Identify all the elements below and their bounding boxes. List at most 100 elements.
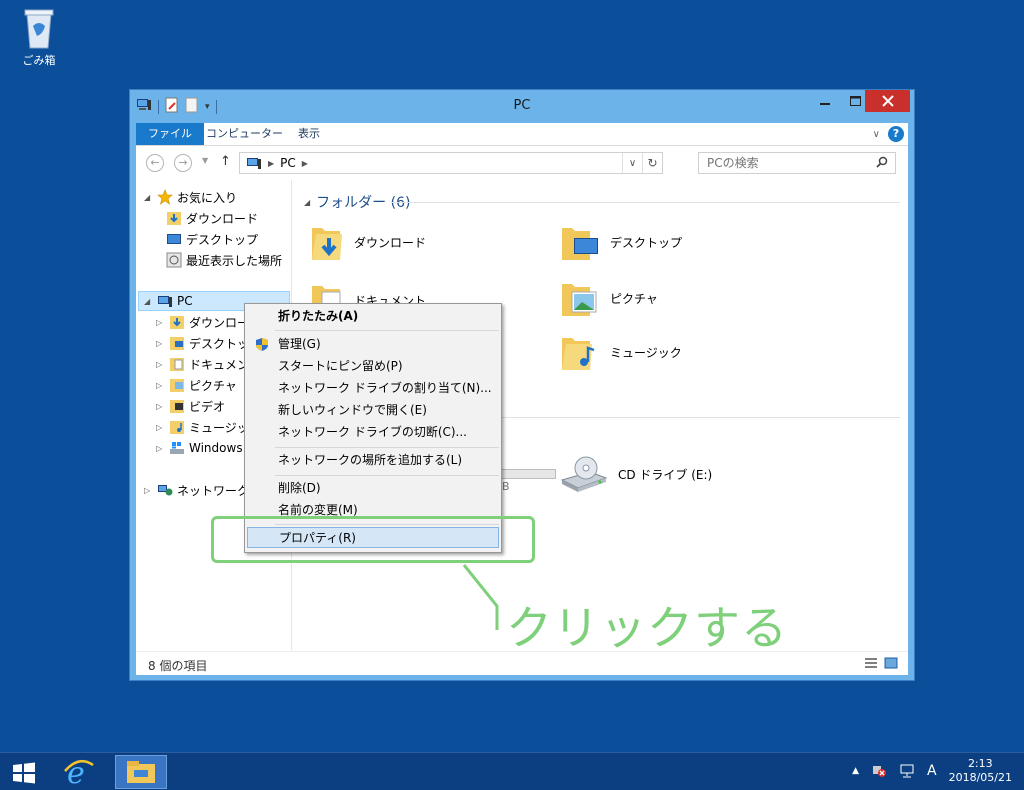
pictures-folder-icon (170, 379, 184, 392)
folder-pictures[interactable]: ピクチャ (560, 278, 658, 318)
menu-collapse[interactable]: 折りたたみ(A) (247, 306, 499, 327)
network-icon (158, 485, 173, 496)
up-arrow-icon[interactable]: ↑ (220, 154, 231, 169)
nav-network[interactable]: ▷ ネットワーク (144, 480, 249, 500)
back-arrow-icon: ← (150, 156, 160, 169)
start-button[interactable] (12, 762, 36, 787)
nav-pc-windows-drive[interactable]: ▷ Windows 8 (156, 438, 254, 458)
show-hidden-icons-icon[interactable]: ▲ (852, 766, 859, 776)
menu-manage[interactable]: 管理(G) (247, 334, 499, 355)
desktop-folder-icon (170, 337, 184, 350)
group-divider (392, 202, 900, 203)
breadcrumb-pc[interactable]: PC (280, 156, 296, 170)
file-explorer-icon (127, 761, 155, 783)
star-icon (157, 189, 173, 205)
clock[interactable]: 2:13 2018/05/21 (949, 757, 1012, 785)
tab-view[interactable]: 表示 (286, 123, 332, 145)
recycle-bin-icon (24, 9, 54, 49)
drive-cd[interactable]: CD ドライブ (E:) (560, 454, 712, 494)
desktop-icon (167, 234, 181, 244)
forward-button[interactable]: → (174, 154, 192, 172)
menu-map-network-drive[interactable]: ネットワーク ドライブの割り当て(N)... (247, 378, 499, 399)
collapsed-arrow-icon: ▷ (156, 380, 163, 390)
forward-arrow-icon: → (178, 156, 188, 169)
collapsed-arrow-icon: ▷ (156, 317, 163, 327)
collapsed-arrow-icon: ▷ (156, 422, 163, 432)
collapsed-arrow-icon: ▷ (156, 338, 163, 348)
downloads-folder-icon (312, 228, 342, 260)
folder-desktop[interactable]: デスクトップ (560, 222, 682, 262)
close-icon (881, 95, 894, 107)
search-input[interactable] (698, 152, 896, 174)
refresh-icon[interactable]: ↻ (642, 153, 662, 173)
close-button[interactable] (865, 90, 910, 112)
nav-fav-downloads[interactable]: ダウンロード (166, 208, 258, 228)
expanded-arrow-icon: ◢ (144, 296, 151, 306)
nav-fav-desktop[interactable]: デスクトップ (166, 229, 258, 249)
menu-pin-start[interactable]: スタートにピン留め(P) (247, 356, 499, 377)
taskbar-file-explorer[interactable] (115, 755, 167, 789)
network-status-icon[interactable] (899, 764, 915, 778)
folder-music[interactable]: ミュージック (560, 332, 682, 372)
window-title: PC (513, 98, 531, 113)
pictures-folder-icon (562, 284, 597, 316)
windows-drive-icon (170, 442, 184, 454)
menu-separator (275, 447, 499, 448)
back-button[interactable]: ← (146, 154, 164, 172)
nav-fav-recent[interactable]: 最近表示した場所 (166, 250, 282, 270)
expanded-arrow-icon: ◢ (304, 197, 311, 207)
breadcrumb-separator-icon: ▶ (301, 158, 308, 168)
recycle-bin[interactable]: ごみ箱 (14, 6, 64, 68)
menu-open-new-window[interactable]: 新しいウィンドウで開く(E) (247, 400, 499, 421)
address-dropdown-icon[interactable]: ∨ (622, 153, 642, 173)
title-bar[interactable]: ▾ PC (130, 90, 914, 123)
videos-folder-icon (170, 400, 184, 413)
taskbar-internet-explorer[interactable]: e (62, 756, 96, 790)
tab-computer[interactable]: コンピューター (194, 123, 295, 145)
menu-disconnect-network-drive[interactable]: ネットワーク ドライブの切断(C)... (247, 422, 499, 443)
large-icons-view-icon[interactable] (884, 657, 898, 669)
menu-delete[interactable]: 削除(D) (247, 478, 499, 499)
minimize-button[interactable] (810, 90, 840, 112)
clock-time: 2:13 (967, 757, 993, 770)
windows-logo-icon (13, 762, 35, 784)
system-tray: ▲ A 2:13 2018/05/21 (852, 757, 1012, 785)
address-bar[interactable]: ▶ PC ▶ ∨ ↻ (239, 152, 663, 174)
music-folder-icon (562, 338, 595, 370)
details-view-icon[interactable] (864, 657, 878, 669)
music-folder-icon (170, 421, 184, 434)
nav-pc-videos[interactable]: ▷ ビデオ (156, 396, 225, 416)
collapsed-arrow-icon: ▷ (156, 359, 163, 369)
nav-pc-pictures[interactable]: ▷ ピクチャ (156, 375, 237, 395)
desktop-folder-icon (562, 228, 598, 260)
internet-explorer-icon: e (64, 756, 94, 790)
taskbar: e ▲ A 2:13 2018/05/21 (0, 752, 1024, 790)
menu-separator (275, 475, 499, 476)
annotation-text: クリックする (506, 601, 788, 655)
ribbon-tabs: ファイル コンピューター 表示 ∨ ? (136, 123, 908, 145)
folder-downloads[interactable]: ダウンロード (310, 222, 426, 262)
collapsed-arrow-icon: ▷ (156, 443, 163, 453)
annotation-highlight-box (211, 516, 535, 563)
computer-icon (158, 296, 172, 307)
downloads-folder-icon (170, 316, 184, 329)
ime-indicator[interactable]: A (927, 763, 937, 779)
uac-shield-icon (256, 338, 268, 351)
recycle-bin-label: ごみ箱 (22, 54, 56, 67)
item-count: 8 個の項目 (148, 659, 208, 673)
documents-folder-icon (170, 358, 184, 371)
menu-add-network-location[interactable]: ネットワークの場所を追加する(L) (247, 450, 499, 471)
action-center-icon[interactable] (871, 764, 887, 778)
cd-drive-icon (560, 456, 608, 492)
address-row: ← → ▼ ↑ ▶ PC ▶ ∨ ↻ (136, 146, 908, 180)
recent-dropdown-icon[interactable]: ▼ (202, 156, 208, 165)
expand-ribbon-icon[interactable]: ∨ (873, 129, 880, 140)
nav-favorites[interactable]: ◢ お気に入り (144, 187, 237, 207)
minimize-icon (820, 103, 830, 105)
recent-places-icon (166, 252, 182, 268)
downloads-folder-icon (167, 212, 181, 225)
computer-icon (247, 157, 261, 169)
search-icon (876, 156, 888, 168)
expanded-arrow-icon: ◢ (144, 192, 151, 202)
help-icon[interactable]: ? (888, 126, 904, 142)
